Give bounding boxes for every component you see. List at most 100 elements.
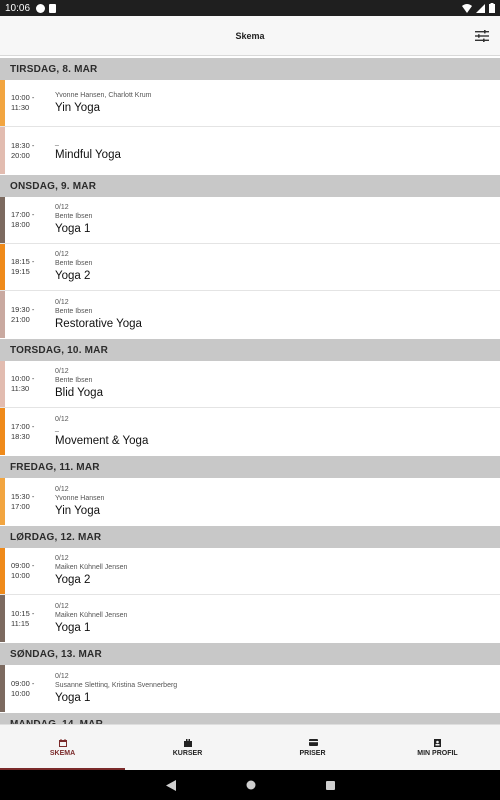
class-time-start: 09:00 - [11, 561, 35, 570]
tab-kurser[interactable]: KURSER [125, 725, 250, 770]
day-header: FREDAG, 11. MAR [0, 456, 500, 478]
class-row[interactable]: 10:15 -11:15 0/12 Maiken Kühnell Jensen Yog… [0, 595, 500, 642]
tab-min-profil[interactable]: MIN PROFIL [375, 725, 500, 770]
class-name: Movement & Yoga [55, 434, 149, 447]
class-time: 09:00 -10:00 [11, 548, 51, 594]
class-name: Yoga 1 [55, 223, 91, 235]
class-info: 0/12 Yvonne Hansen Yin Yoga [55, 478, 104, 525]
class-info: 0/12 Bente Ibsen Yoga 1 [55, 197, 92, 243]
class-color-bar [0, 665, 5, 712]
class-info: Yvonne Hansen, Charlott Krum Yin Yoga [55, 80, 152, 126]
class-capacity: 0/12 [55, 368, 69, 375]
day-group: 17:00 -18:00 0/12 Bente Ibsen Yoga 1 18:15 -… [0, 197, 500, 338]
class-row[interactable]: 17:00 -18:00 0/12 Bente Ibsen Yoga 1 [0, 197, 500, 244]
class-info: 0/12 Bente Ibsen Yoga 2 [55, 244, 92, 290]
class-info: 0/12 _ Movement & Yoga [55, 408, 148, 455]
class-color-bar [0, 478, 5, 525]
class-row[interactable]: 18:30 -20:00 _ Mindful Yoga [0, 127, 500, 174]
class-capacity: 0/12 [55, 204, 69, 211]
class-color-bar [0, 197, 5, 243]
class-capacity: 0/12 [55, 555, 69, 562]
class-time-start: 18:30 - [11, 140, 35, 150]
class-teacher: Yvonne Hansen [55, 494, 105, 502]
class-color-bar [0, 291, 5, 338]
class-row[interactable]: 15:30 -17:00 0/12 Yvonne Hansen Yin Yoga [0, 478, 500, 525]
class-capacity: 0/12 [55, 485, 69, 493]
day-header: TIRSDAG, 8. MAR [0, 58, 500, 80]
class-time-start: 18:15 - [11, 257, 35, 266]
class-time-start: 10:00 - [11, 93, 35, 102]
class-time-end: 11:30 [11, 103, 30, 112]
day-group: 09:00 -10:00 0/12 Maiken Kühnell Jensen Yog… [0, 548, 500, 642]
battery-icon [489, 3, 495, 13]
class-color-bar [0, 361, 5, 407]
class-teacher: Yvonne Hansen, Charlott Krum [55, 91, 152, 99]
tab-skema[interactable]: SKEMA [0, 725, 125, 770]
class-name: Blid Yoga [55, 387, 103, 399]
class-time-end: 11:15 [11, 618, 30, 628]
class-time: 10:00 -11:30 [11, 361, 51, 407]
class-row[interactable]: 10:00 -11:30 Yvonne Hansen, Charlott Krum… [0, 80, 500, 127]
class-info: 0/12 Bente Ibsen Restorative Yoga [55, 291, 142, 338]
tab-label: PRISER [299, 749, 326, 757]
class-teacher: _ [55, 139, 59, 146]
app-bar: Skema [0, 16, 500, 56]
class-capacity: 0/12 [55, 251, 69, 258]
tab-priser[interactable]: PRISER [250, 725, 375, 770]
class-time-end: 17:00 [11, 501, 30, 511]
class-color-bar [0, 127, 5, 174]
profile-icon [433, 738, 442, 747]
class-time-end: 19:15 [11, 267, 30, 276]
day-header: MANDAG, 14. MAR [0, 713, 500, 724]
class-row[interactable]: 10:00 -11:30 0/12 Bente Ibsen Blid Yoga [0, 361, 500, 408]
class-time: 15:30 -17:00 [11, 478, 51, 525]
back-icon[interactable] [165, 779, 176, 791]
class-name: Yin Yoga [55, 101, 100, 114]
class-row[interactable]: 09:00 -10:00 0/12 Maiken Kühnell Jensen Yog… [0, 548, 500, 595]
class-teacher: Bente Ibsen [55, 307, 93, 315]
day-header: SØNDAG, 13. MAR [0, 643, 500, 665]
calendar-icon [58, 738, 67, 747]
page-title: Skema [235, 30, 265, 41]
tab-label: MIN PROFIL [417, 749, 458, 757]
class-time-end: 18:00 [11, 220, 30, 229]
day-group: 10:00 -11:30 Yvonne Hansen, Charlott Krum… [0, 80, 500, 174]
class-row[interactable]: 09:00 -10:00 0/12 Susanne Slettinq, Kristi… [0, 665, 500, 712]
class-row[interactable]: 19:30 -21:00 0/12 Bente Ibsen Restorative Y… [0, 291, 500, 338]
recents-icon[interactable] [325, 780, 335, 790]
home-icon[interactable] [246, 780, 256, 790]
class-row[interactable]: 17:00 -18:30 0/12 _ Movement & Yoga [0, 408, 500, 455]
class-teacher: Bente Ibsen [55, 377, 93, 384]
class-time-start: 10:00 - [11, 374, 35, 383]
signal-icon [476, 3, 485, 13]
class-info: 0/12 Maiken Kühnell Jensen Yoga 2 [55, 548, 127, 594]
class-info: 0/12 Maiken Kühnell Jensen Yoga 1 [55, 595, 127, 642]
tab-label: KURSER [172, 749, 203, 757]
day-header: LØRDAG, 12. MAR [0, 526, 500, 548]
status-bar: 10:06 [0, 0, 500, 16]
day-header: ONSDAG, 9. MAR [0, 175, 500, 197]
filter-button[interactable] [472, 26, 492, 46]
class-time-end: 10:00 [11, 688, 30, 698]
notification-icon [36, 3, 46, 13]
class-name: Yoga 2 [55, 574, 91, 586]
class-time-start: 17:00 - [11, 421, 35, 431]
class-info: _ Mindful Yoga [55, 127, 121, 174]
class-time: 10:00 -11:30 [11, 80, 51, 126]
day-header: TORSDAG, 10. MAR [0, 339, 500, 361]
class-teacher: Bente Ibsen [55, 260, 93, 267]
class-time: 10:15 -11:15 [11, 595, 51, 642]
schedule-list[interactable]: TIRSDAG, 8. MAR 10:00 -11:30 Yvonne Hansen… [0, 56, 500, 724]
class-time: 17:00 -18:30 [11, 408, 51, 455]
class-time-start: 19:30 - [11, 304, 35, 314]
class-color-bar [0, 244, 5, 290]
class-row[interactable]: 18:15 -19:15 0/12 Bente Ibsen Yoga 2 [0, 244, 500, 291]
sliders-icon [475, 30, 489, 42]
class-time: 09:00 -10:00 [11, 665, 51, 712]
wifi-icon [462, 3, 472, 13]
class-time-end: 11:30 [11, 384, 30, 393]
class-color-bar [0, 408, 5, 455]
class-capacity: 0/12 [55, 602, 69, 610]
day-group: 09:00 -10:00 0/12 Susanne Slettinq, Kristi… [0, 665, 500, 712]
tab-label: SKEMA [49, 749, 76, 757]
